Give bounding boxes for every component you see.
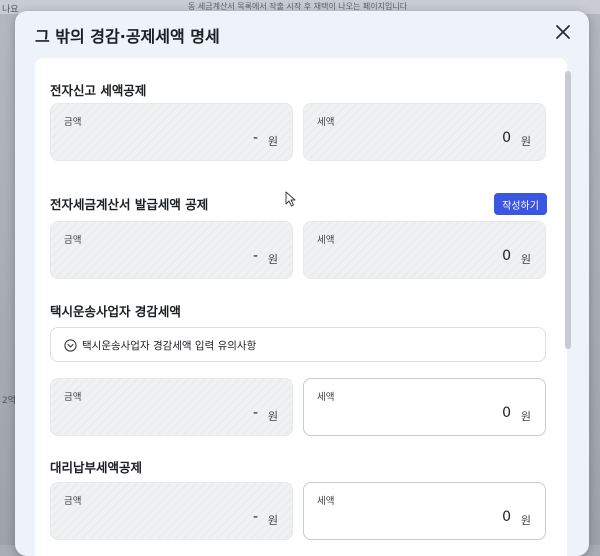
e-invoice-tax-field: 세액 0 원 bbox=[303, 221, 546, 279]
modal-title: 그 밖의 경감·공제세액 명세 bbox=[35, 27, 220, 46]
taxi-amount-field: 금액 - 원 bbox=[50, 378, 293, 436]
proxy-amount-field: 금액 - 원 bbox=[50, 482, 293, 540]
field-label: 세액 bbox=[317, 496, 335, 507]
field-value: - bbox=[252, 509, 258, 525]
taxi-notice-toggle[interactable]: 택시운송사업자 경감세액 입력 유의사항 bbox=[50, 327, 546, 362]
scrollbar[interactable] bbox=[565, 71, 571, 349]
field-value: - bbox=[252, 405, 258, 421]
field-unit: 원 bbox=[267, 135, 278, 148]
field-unit: 원 bbox=[520, 410, 531, 423]
field-unit: 원 bbox=[267, 410, 278, 423]
field-value: 0 bbox=[502, 509, 511, 525]
field-value: - bbox=[252, 248, 258, 264]
field-label: 세액 bbox=[317, 235, 335, 246]
field-unit: 원 bbox=[267, 253, 278, 266]
write-button[interactable]: 작성하기 bbox=[494, 193, 547, 215]
background-label-bottom: 2억 bbox=[2, 396, 17, 406]
section-title-e-invoice: 전자세금계산서 발급세액 공제 bbox=[50, 197, 209, 212]
section-title-proxy: 대리납부세액공제 bbox=[50, 460, 143, 475]
modal-content: 전자신고 세액공제 금액 - 원 세액 0 원 전자세금계산서 발급세액 공제 … bbox=[35, 58, 567, 556]
field-unit: 원 bbox=[520, 135, 531, 148]
e-invoice-amount-field: 금액 - 원 bbox=[50, 221, 293, 279]
field-label: 금액 bbox=[64, 117, 82, 128]
field-label: 세액 bbox=[317, 392, 335, 403]
e-filing-tax-field: 세액 0 원 bbox=[303, 103, 546, 161]
field-unit: 원 bbox=[520, 514, 531, 527]
section-title-e-filing: 전자신고 세액공제 bbox=[50, 83, 147, 98]
taxi-notice-text: 택시운송사업자 경감세액 입력 유의사항 bbox=[82, 340, 257, 352]
taxi-tax-input[interactable]: 세액 0 원 bbox=[303, 378, 546, 436]
field-unit: 원 bbox=[520, 253, 531, 266]
field-label: 금액 bbox=[64, 496, 82, 507]
e-filing-amount-field: 금액 - 원 bbox=[50, 103, 293, 161]
field-value: 0 bbox=[502, 248, 511, 264]
field-label: 금액 bbox=[64, 235, 82, 246]
section-title-taxi: 택시운송사업자 경감세액 bbox=[50, 304, 181, 319]
close-icon[interactable] bbox=[552, 21, 574, 43]
field-unit: 원 bbox=[267, 514, 278, 527]
field-value: 0 bbox=[502, 130, 511, 146]
field-label: 금액 bbox=[64, 392, 82, 403]
field-value: 0 bbox=[502, 405, 511, 421]
field-value: - bbox=[252, 130, 258, 146]
field-label: 세액 bbox=[317, 117, 335, 128]
chevron-down-circle-icon bbox=[64, 339, 77, 352]
background-label-top: 나요 bbox=[2, 5, 19, 15]
proxy-tax-input[interactable]: 세액 0 원 bbox=[303, 482, 546, 540]
mouse-cursor-icon bbox=[285, 191, 296, 207]
tax-credit-modal: 그 밖의 경감·공제세액 명세 전자신고 세액공제 금액 - 원 세액 0 원 … bbox=[15, 11, 589, 556]
